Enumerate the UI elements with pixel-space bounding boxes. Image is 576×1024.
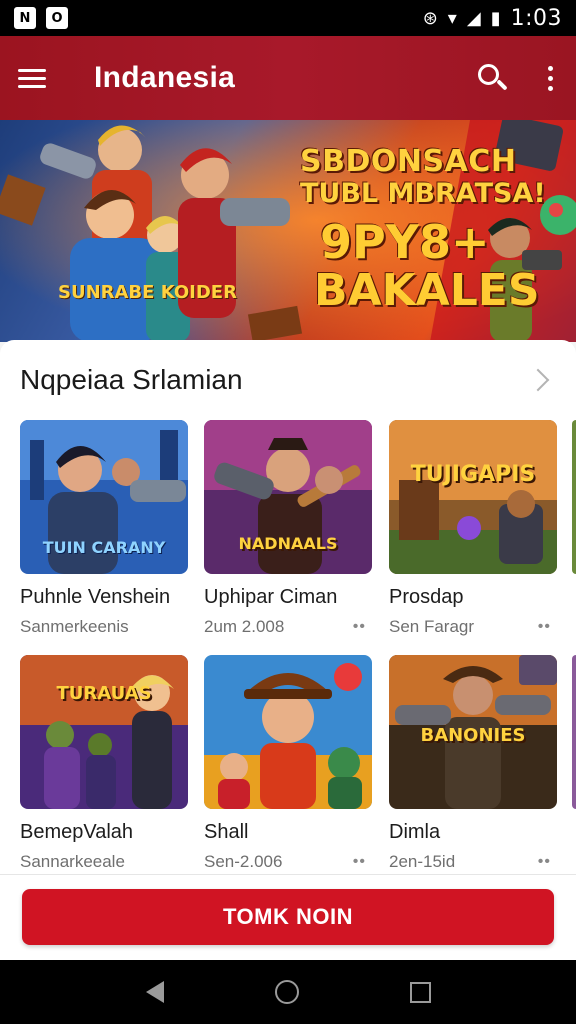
game-title: BemepValah (20, 821, 134, 843)
app-bar: Indanesia (0, 36, 576, 120)
game-meta: 2um 2.008 •• (204, 617, 372, 637)
game-thumbnail[interactable]: NADNAALS (204, 420, 372, 574)
status-left: N O (14, 7, 68, 29)
game-card[interactable]: Shall Sen-2.006 •• (204, 655, 372, 872)
next-card-peek (572, 420, 576, 574)
system-nav-bar (0, 960, 576, 1024)
game-meta: Sen-2.006 •• (204, 852, 372, 872)
wifi-icon: ▾ (447, 7, 457, 29)
banner-line-1: SBDONSACH (300, 144, 517, 179)
banner-line-4: BAKALES (314, 265, 540, 316)
game-card[interactable]: TUJIGAPIS Prosdap Sen Faragr •• (389, 420, 557, 637)
thumb-art-text: NADNAALS (238, 534, 338, 553)
chevron-right-icon[interactable] (526, 368, 550, 392)
game-thumbnail[interactable]: TUIN CARANY (20, 420, 188, 574)
game-meta: Sanmerkeenis (20, 617, 188, 637)
game-card[interactable]: BANONIES Dimla 2en-15id •• (389, 655, 557, 872)
game-subtitle: Sen-2.006 (204, 852, 283, 871)
content-sheet: Nqpeiaa Srlamian TUIN CARANY Puhnle Vens… (0, 340, 576, 875)
app-title: Indanesia (94, 61, 236, 94)
game-subtitle: 2en-15id (389, 852, 456, 871)
notification-icon: N (14, 7, 36, 29)
game-thumbnail[interactable]: TUJIGAPIS (389, 420, 557, 574)
banner-shirt-text: SUNRABE KOIDER (58, 282, 237, 303)
thumb-art-text: TUJIGAPIS (410, 462, 536, 487)
game-title: Shall (204, 821, 249, 843)
game-art (20, 655, 188, 809)
game-art (389, 420, 557, 574)
more-dots-icon[interactable]: •• (538, 853, 551, 871)
banner-line-3: 9PY8+ (320, 215, 490, 269)
thumb-art-text: TURAUAS (56, 683, 152, 704)
game-thumbnail[interactable] (204, 655, 372, 809)
vibrate-icon: ⊛ (422, 7, 438, 29)
back-icon[interactable] (145, 981, 164, 1003)
thumb-art-text: TUIN CARANY (42, 538, 166, 557)
cta-area: TOMK NOIN (0, 874, 576, 960)
join-button[interactable]: TOMK NOIN (22, 889, 554, 945)
game-title: Puhnle Venshein (20, 586, 171, 608)
game-title: Prosdap (389, 586, 464, 608)
game-meta: Sannarkeeale (20, 852, 188, 872)
game-title: Uphipar Ciman (204, 586, 338, 608)
notification-icon-2: O (46, 7, 68, 29)
game-subtitle: Sannarkeeale (20, 852, 125, 871)
game-subtitle: Sanmerkeenis (20, 617, 129, 636)
status-bar: N O ⊛ ▾ ◢ ▮ 1:03 (0, 0, 576, 36)
section-header[interactable]: Nqpeiaa Srlamian (20, 360, 552, 400)
home-icon[interactable] (274, 980, 299, 1004)
game-meta: Sen Faragr •• (389, 617, 557, 637)
game-title: Dimla (389, 821, 441, 843)
more-vert-icon[interactable] (542, 60, 558, 96)
next-card-peek (572, 655, 576, 809)
more-dots-icon[interactable]: •• (538, 618, 551, 636)
game-subtitle: Sen Faragr (389, 617, 475, 636)
status-time: 1:03 (510, 5, 562, 31)
game-subtitle: 2um 2.008 (204, 617, 285, 636)
promo-banner[interactable]: SBDONSACH TUBL MBRATSA! 9PY8+ BAKALES SU… (0, 120, 576, 342)
recents-icon[interactable] (409, 981, 431, 1003)
banner-line-2: TUBL MBRATSA! (300, 178, 546, 209)
game-thumbnail[interactable]: BANONIES (389, 655, 557, 809)
game-card[interactable]: TUIN CARANY Puhnle Venshein Sanmerkeenis (20, 420, 188, 637)
screen: N O ⊛ ▾ ◢ ▮ 1:03 Indanesia SBDONSACH TUB… (0, 0, 576, 1024)
thumb-art-text: BANONIES (420, 725, 526, 746)
battery-icon: ▮ (490, 7, 501, 29)
signal-icon: ◢ (466, 7, 481, 29)
game-art (204, 655, 372, 809)
search-icon[interactable] (472, 58, 512, 98)
section-title: Nqpeiaa Srlamian (20, 364, 243, 395)
game-meta: 2en-15id •• (389, 852, 557, 872)
hamburger-menu-icon[interactable] (18, 60, 54, 96)
game-thumbnail[interactable]: TURAUAS (20, 655, 188, 809)
status-right: ⊛ ▾ ◢ ▮ 1:03 (423, 6, 562, 31)
game-card[interactable]: TURAUAS BemepValah Sannarkeeale (20, 655, 188, 872)
more-dots-icon[interactable]: •• (353, 853, 366, 871)
game-card[interactable]: NADNAALS Uphipar Ciman 2um 2.008 •• (204, 420, 372, 637)
more-dots-icon[interactable]: •• (353, 618, 366, 636)
